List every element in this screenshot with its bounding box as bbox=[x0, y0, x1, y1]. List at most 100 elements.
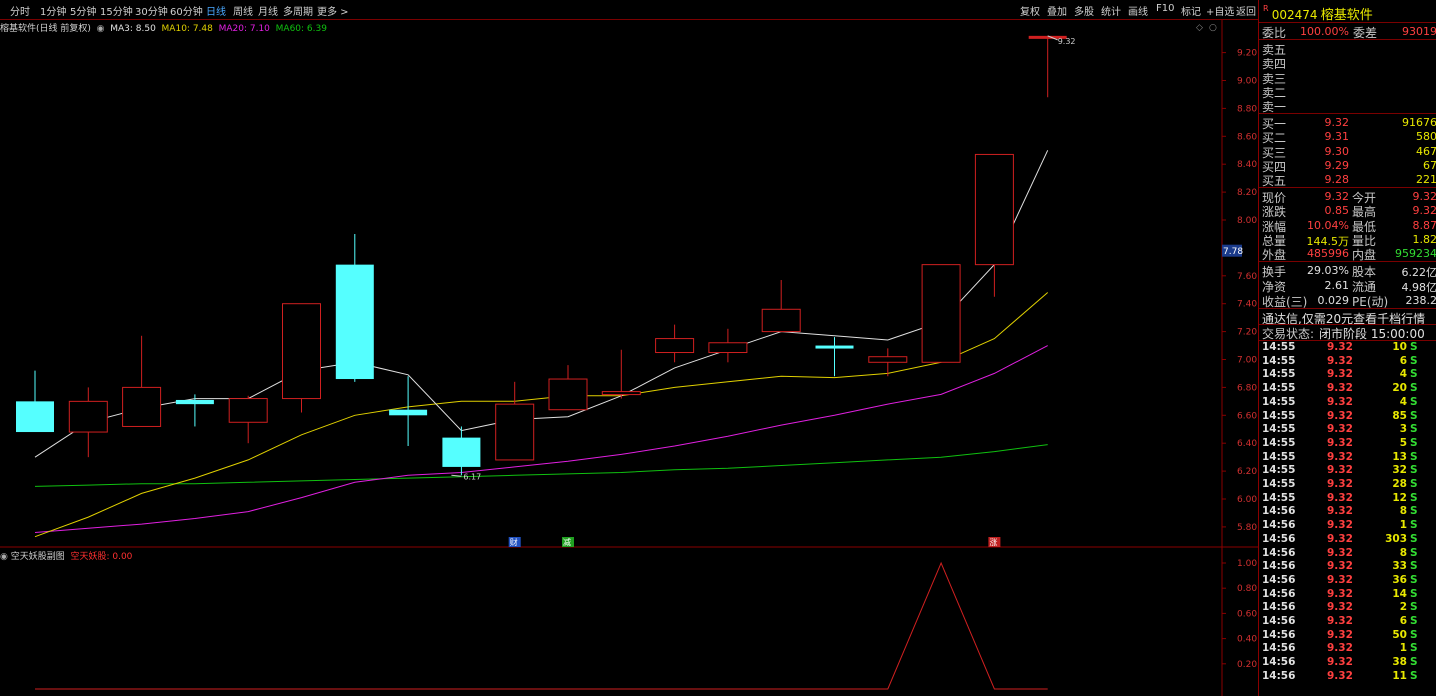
tick-time: 14:55 bbox=[1262, 464, 1296, 477]
tick-direction: S bbox=[1410, 436, 1418, 449]
candle-body bbox=[389, 409, 428, 416]
tick-price: 9.32 bbox=[1327, 436, 1353, 449]
tick-price: 9.32 bbox=[1327, 478, 1353, 490]
tick-row: 14:56 9.32 1 S bbox=[1259, 519, 1436, 533]
tick-row: 14:55 9.32 5 S bbox=[1259, 437, 1436, 451]
buy-level-price: 9.29 bbox=[1324, 158, 1350, 172]
tick-price: 9.32 bbox=[1327, 382, 1353, 395]
stat-value: 485996 bbox=[1307, 247, 1349, 261]
tick-price: 9.32 bbox=[1327, 409, 1353, 422]
tick-volume: 4 bbox=[1399, 368, 1407, 381]
tick-volume: 14 bbox=[1392, 587, 1407, 600]
tick-price: 9.32 bbox=[1327, 532, 1353, 545]
stat-value: 9.32 bbox=[1324, 190, 1350, 203]
candle-body bbox=[921, 264, 961, 363]
tick-direction: S bbox=[1410, 601, 1418, 614]
tick-volume: 85 bbox=[1392, 409, 1407, 422]
tick-volume: 12 bbox=[1392, 491, 1407, 504]
candle-body bbox=[16, 401, 54, 433]
finance-value: 0.029 bbox=[1317, 294, 1350, 307]
candle-body bbox=[175, 399, 214, 405]
buy-level-price: 9.30 bbox=[1324, 144, 1350, 158]
tick-price: 9.32 bbox=[1327, 354, 1353, 367]
stock-code: 002474 bbox=[1271, 8, 1318, 22]
ma3-label: MA3: 8.50 bbox=[110, 24, 156, 34]
tick-volume: 303 bbox=[1385, 532, 1407, 545]
buy-level-volume: 467 bbox=[1416, 144, 1436, 158]
tick-direction: S bbox=[1410, 560, 1418, 573]
tick-row: 14:55 9.32 20 S bbox=[1259, 382, 1436, 396]
tick-price: 9.32 bbox=[1327, 628, 1353, 641]
y-tick-label: 9.00 bbox=[1237, 77, 1257, 87]
tick-row: 14:56 9.32 6 S bbox=[1259, 615, 1436, 629]
y-tick-label: 7.60 bbox=[1237, 272, 1257, 282]
tick-time: 14:55 bbox=[1262, 341, 1296, 353]
event-marker-label: 财 bbox=[510, 537, 518, 547]
tick-direction: S bbox=[1410, 395, 1418, 408]
tick-row: 14:55 9.32 13 S bbox=[1259, 451, 1436, 465]
candle-body bbox=[815, 345, 854, 349]
y-tick-label: 8.00 bbox=[1237, 216, 1257, 226]
buy-level-volume: 221 bbox=[1416, 173, 1436, 187]
tick-direction: S bbox=[1410, 354, 1418, 367]
tick-volume: 32 bbox=[1392, 464, 1407, 477]
tick-volume: 1 bbox=[1399, 642, 1407, 655]
tick-row: 14:56 9.32 2 S bbox=[1259, 601, 1436, 615]
candle-body bbox=[335, 264, 374, 380]
stat-value: 8.87 bbox=[1412, 218, 1436, 232]
high-label: 9.32 bbox=[1058, 37, 1076, 46]
candle-body bbox=[974, 153, 1014, 266]
ma20-line bbox=[34, 345, 1048, 533]
subchart-title: 空天妖股副图 bbox=[10, 552, 65, 562]
buy-level-price: 9.32 bbox=[1324, 116, 1350, 129]
tick-row: 14:56 9.32 38 S bbox=[1259, 656, 1436, 670]
tick-price: 9.32 bbox=[1327, 368, 1353, 381]
tick-time: 14:55 bbox=[1262, 354, 1296, 367]
subchart-indicator: 空天妖股: 0.00 bbox=[70, 552, 133, 562]
candle-body bbox=[282, 303, 321, 400]
tick-row: 14:56 9.32 303 S bbox=[1259, 533, 1436, 547]
tick-volume: 4 bbox=[1399, 395, 1407, 408]
tick-direction: S bbox=[1410, 478, 1418, 490]
subchart-icon[interactable]: ◉ bbox=[0, 552, 11, 562]
tick-row: 14:56 9.32 36 S bbox=[1259, 574, 1436, 588]
tick-direction: S bbox=[1410, 341, 1418, 353]
tick-price: 9.32 bbox=[1327, 573, 1353, 586]
tick-price: 9.32 bbox=[1327, 601, 1353, 614]
tick-price: 9.32 bbox=[1327, 615, 1353, 627]
tick-price: 9.32 bbox=[1327, 450, 1353, 463]
y-tick-label: 6.40 bbox=[1237, 439, 1257, 449]
ma-info-line: 榕基软件(日线 前复权) ◉ MA3: 8.50 MA10: 7.48 MA20… bbox=[0, 21, 327, 34]
finance-value: 238.2 bbox=[1405, 294, 1436, 307]
tick-volume: 11 bbox=[1392, 669, 1407, 682]
y-tick-label: 5.80 bbox=[1237, 523, 1257, 533]
ma20-label: MA20: 7.10 bbox=[218, 24, 270, 34]
tick-row: 14:55 9.32 85 S bbox=[1259, 410, 1436, 424]
settings-icon[interactable]: ◉ bbox=[94, 24, 108, 34]
rzrq-flag: R bbox=[1263, 4, 1269, 13]
tick-volume: 8 bbox=[1399, 505, 1407, 518]
tick-time: 14:56 bbox=[1262, 546, 1296, 559]
tick-volume: 2 bbox=[1399, 601, 1407, 614]
tick-time: 14:56 bbox=[1262, 532, 1296, 545]
tick-direction: S bbox=[1410, 642, 1418, 655]
weibi-value: 100.00% bbox=[1300, 25, 1349, 38]
low-label: 6.17 bbox=[463, 472, 481, 481]
tick-volume: 33 bbox=[1392, 560, 1407, 573]
tick-row: 14:55 9.32 4 S bbox=[1259, 368, 1436, 382]
tick-row: 14:56 9.32 8 S bbox=[1259, 547, 1436, 561]
tick-volume: 28 bbox=[1392, 478, 1407, 490]
kline-chart[interactable]: 9.20 9.00 8.80 8.60 8.40 8.20 8.00 7.60 7.40 7.20… bbox=[0, 0, 1258, 696]
candle-body bbox=[655, 338, 695, 354]
tick-time: 14:56 bbox=[1262, 601, 1296, 614]
stat-value: 10.04% bbox=[1307, 218, 1349, 232]
tick-time: 14:56 bbox=[1262, 573, 1296, 586]
tick-row: 14:56 9.32 33 S bbox=[1259, 560, 1436, 574]
tick-time: 14:56 bbox=[1262, 656, 1296, 669]
tick-time: 14:55 bbox=[1262, 382, 1296, 395]
tick-direction: S bbox=[1410, 587, 1418, 600]
tick-volume: 8 bbox=[1399, 546, 1407, 559]
tick-volume: 13 bbox=[1392, 450, 1407, 463]
candle-body bbox=[68, 400, 108, 433]
tick-time: 14:55 bbox=[1262, 436, 1296, 449]
